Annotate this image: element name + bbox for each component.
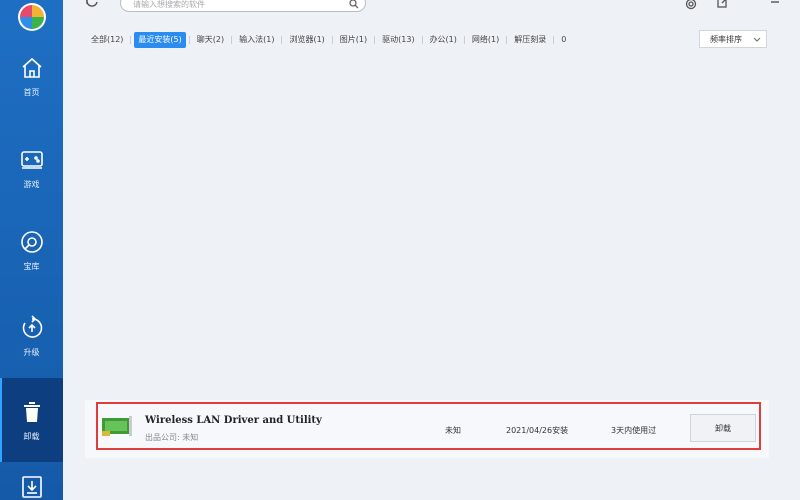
sort-label: 频率排序 [710, 34, 742, 44]
tab-browser[interactable]: 浏览器(1) [285, 32, 328, 48]
publisher: 出品公司: 未知 [145, 432, 198, 443]
settings-icon[interactable] [685, 0, 697, 11]
tab-divider [130, 36, 132, 44]
trash-icon [23, 401, 40, 422]
sidebar-item-label: 卸载 [23, 431, 40, 441]
skin-icon[interactable] [716, 0, 728, 11]
chevron-down-icon [753, 37, 761, 42]
tab-all[interactable]: 全部(12) [87, 32, 127, 48]
home-icon [21, 57, 42, 78]
sidebar-item-home[interactable]: 首页 [0, 34, 63, 118]
minimize-icon[interactable] [769, 0, 781, 11]
sidebar-item-games[interactable]: 游戏 [0, 126, 63, 210]
tab-divider [421, 36, 423, 44]
publisher-label: 出品公司: [145, 433, 180, 442]
upgrade-icon [22, 314, 42, 338]
tab-image[interactable]: 图片(1) [336, 32, 371, 48]
tab-divider [553, 36, 555, 44]
treasure-disc-icon [20, 230, 43, 253]
tab-more[interactable]: 0 [557, 32, 570, 48]
tab-divider [374, 36, 376, 44]
publisher-value: 未知 [182, 433, 199, 442]
usage-frequency: 3天内使用过 [611, 426, 657, 435]
sidebar-item-label: 宝库 [23, 261, 40, 271]
search-box [120, 0, 366, 12]
app-logo-icon[interactable] [17, 2, 47, 32]
tab-office[interactable]: 办公(1) [426, 32, 461, 48]
tab-driver[interactable]: 驱动(13) [378, 32, 418, 48]
uninstall-button[interactable]: 卸载 [690, 414, 756, 442]
tab-input-method[interactable]: 输入法(1) [235, 32, 278, 48]
tab-divider [506, 36, 508, 44]
sidebar-item-label: 升级 [23, 347, 40, 357]
sidebar: 首页 游戏 宝库 升级 卸载 [0, 0, 63, 500]
tab-archive[interactable]: 解压刻录 [510, 32, 550, 48]
app-name: Wireless LAN Driver and Utility [145, 415, 322, 426]
tab-divider [463, 36, 465, 44]
install-date: 2021/04/26安装 [506, 426, 569, 435]
tab-divider [231, 36, 233, 44]
search-input[interactable] [133, 0, 333, 10]
tab-network[interactable]: 网络(1) [468, 32, 503, 48]
refresh-icon[interactable] [85, 0, 99, 10]
tab-divider [331, 36, 333, 44]
category-tabs: 全部(12) 最近安装(5) 聊天(2) 输入法(1) 浏览器(1) 图片(1)… [87, 32, 570, 48]
tab-divider [281, 36, 283, 44]
sidebar-item-label: 首页 [23, 87, 40, 97]
search-icon[interactable] [349, 0, 359, 9]
gamepad-icon [20, 150, 43, 169]
tab-chat[interactable]: 聊天(2) [193, 32, 228, 48]
download-icon [21, 476, 42, 498]
sidebar-item-download[interactable] [0, 466, 63, 500]
tab-divider [188, 36, 190, 44]
main-panel: 全部(12) 最近安装(5) 聊天(2) 输入法(1) 浏览器(1) 图片(1)… [63, 0, 800, 500]
sidebar-item-uninstall[interactable]: 卸载 [0, 378, 63, 462]
top-bar [63, 0, 800, 14]
sidebar-item-upgrade[interactable]: 升级 [0, 294, 63, 378]
sidebar-item-label: 游戏 [23, 179, 40, 189]
sidebar-item-treasure[interactable]: 宝库 [0, 208, 63, 292]
app-size: 未知 [445, 426, 461, 435]
tab-recent[interactable]: 最近安装(5) [134, 32, 186, 48]
network-card-icon [102, 416, 132, 436]
sort-dropdown[interactable]: 频率排序 [699, 30, 767, 48]
